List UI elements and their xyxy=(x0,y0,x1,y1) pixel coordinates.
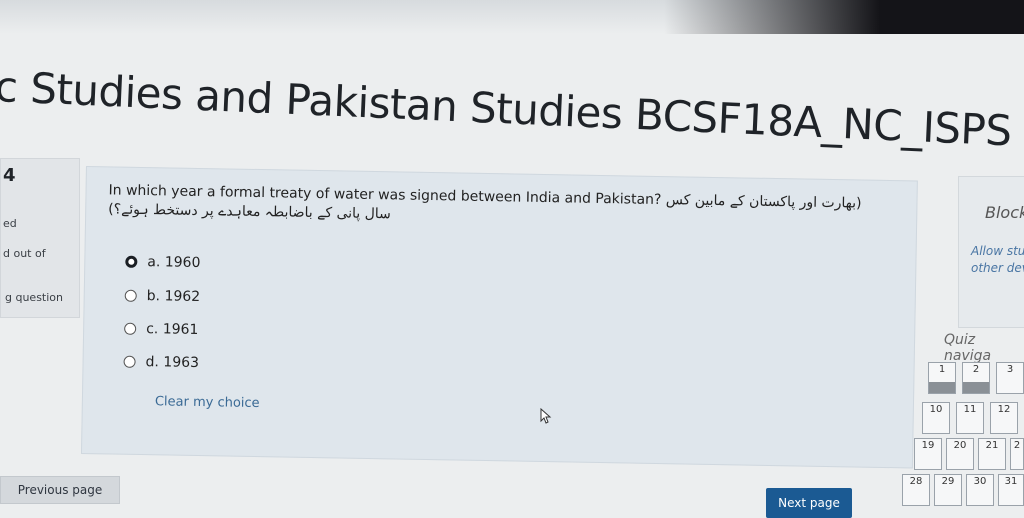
block-title: Block xyxy=(985,203,1024,222)
question-content: In which year a formal treaty of water w… xyxy=(80,166,918,469)
quiz-nav-button[interactable]: 20 xyxy=(946,438,974,470)
quiz-nav-button[interactable]: 2 xyxy=(1010,438,1024,470)
quiz-nav-button[interactable]: 3 xyxy=(996,362,1024,394)
quiz-nav-button[interactable]: 28 xyxy=(902,474,930,506)
option-d[interactable]: d. 1963 xyxy=(123,354,199,371)
radio-selected-icon[interactable] xyxy=(125,255,138,268)
quiz-nav-button[interactable]: 30 xyxy=(966,474,994,506)
clear-choice-link[interactable]: Clear my choice xyxy=(155,394,260,411)
question-text-urdu-1: (بھارت اور پاکستان کے مابین کس xyxy=(665,192,862,212)
mouse-cursor-icon xyxy=(540,408,552,424)
quiz-nav-button[interactable]: 1 xyxy=(928,362,956,394)
flag-question-link[interactable]: g question xyxy=(5,291,63,304)
question-number: 4 xyxy=(3,165,16,186)
quiz-nav-button[interactable]: 31 xyxy=(998,474,1024,506)
option-label: c. 1961 xyxy=(146,321,199,338)
top-bar xyxy=(0,0,1024,34)
option-label: a. 1960 xyxy=(147,254,201,272)
previous-page-button[interactable]: Previous page xyxy=(0,476,120,504)
question-info-panel: 4 ed d out of g question xyxy=(0,158,80,318)
quiz-nav-button[interactable]: 10 xyxy=(922,402,950,434)
quiz-nav-button[interactable]: 19 xyxy=(914,438,942,470)
quiz-nav-button[interactable]: 12 xyxy=(990,402,1018,434)
option-c[interactable]: c. 1961 xyxy=(124,321,199,338)
radio-icon[interactable] xyxy=(123,355,136,368)
quiz-nav-button[interactable]: 29 xyxy=(934,474,962,506)
option-label: b. 1962 xyxy=(146,288,201,306)
quiz-nav-button[interactable]: 21 xyxy=(978,438,1006,470)
quiz-nav-button[interactable]: 2 xyxy=(962,362,990,394)
question-marks: d out of xyxy=(3,247,46,260)
option-b[interactable]: b. 1962 xyxy=(124,288,201,306)
option-label: d. 1963 xyxy=(145,354,200,372)
screen-bezel xyxy=(664,0,1024,34)
question-status: ed xyxy=(3,217,17,230)
radio-icon[interactable] xyxy=(124,322,137,335)
block-desc-line: Allow stu xyxy=(971,244,1024,258)
quiz-nav-button[interactable]: 11 xyxy=(956,402,984,434)
block-panel: Block Allow stu other dev xyxy=(958,176,1024,328)
block-desc-line: other dev xyxy=(971,261,1024,275)
block-description: Allow stu other dev xyxy=(971,243,1024,277)
course-title: c Studies and Pakistan Studies BCSF18A_N… xyxy=(0,62,1013,156)
radio-icon[interactable] xyxy=(124,289,137,302)
quiz-navigation-title: Quiz naviga xyxy=(944,332,992,364)
question-text: In which year a formal treaty of water w… xyxy=(108,181,899,233)
option-a[interactable]: a. 1960 xyxy=(125,254,201,272)
